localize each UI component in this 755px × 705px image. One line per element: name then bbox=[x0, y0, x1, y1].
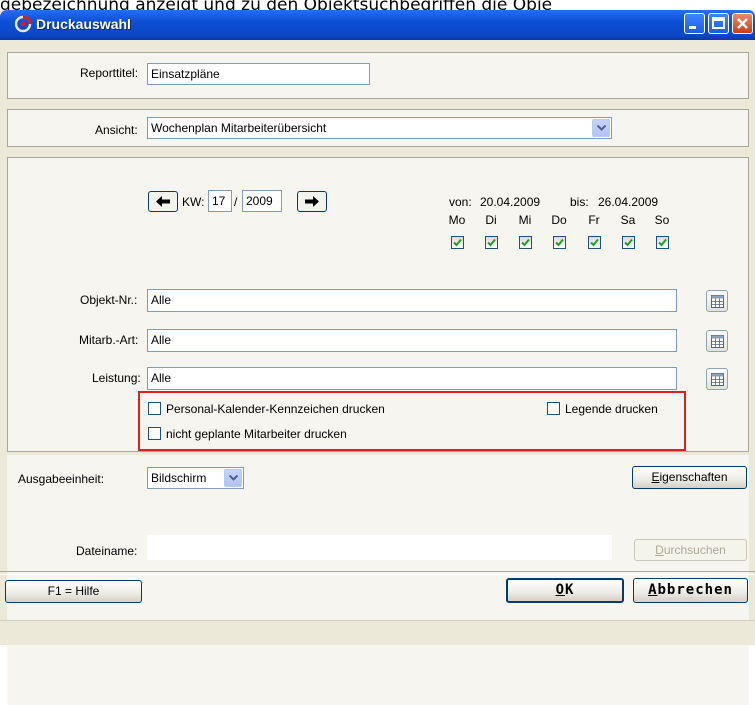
arrow-left-icon bbox=[156, 196, 170, 207]
object-lookup-button[interactable] bbox=[706, 290, 728, 312]
employee-type-input[interactable]: Alle bbox=[147, 329, 677, 352]
day-label-mo: Mo bbox=[448, 213, 466, 227]
day-checkbox-mo[interactable] bbox=[451, 236, 464, 249]
checkmark-icon bbox=[590, 238, 599, 247]
status-bar bbox=[0, 620, 755, 645]
personal-calendar-checkbox[interactable] bbox=[148, 402, 161, 415]
next-week-button[interactable] bbox=[297, 191, 327, 212]
day-label-mi: Mi bbox=[518, 213, 532, 227]
chevron-down-icon bbox=[597, 125, 606, 131]
table-icon bbox=[711, 335, 724, 348]
legend-checkbox[interactable] bbox=[547, 402, 560, 415]
service-lookup-button[interactable] bbox=[706, 368, 728, 390]
maximize-icon bbox=[712, 17, 725, 29]
window-title: Druckauswahl bbox=[36, 16, 131, 32]
cancel-button[interactable]: Abbrechen bbox=[633, 578, 748, 603]
service-label: Leistung: bbox=[92, 371, 141, 385]
report-title-input[interactable]: Einsatzpläne bbox=[147, 63, 370, 85]
table-icon bbox=[711, 373, 724, 386]
view-dropdown-value: Wochenplan Mitarbeiterübersicht bbox=[151, 121, 327, 135]
properties-button[interactable]: Eigenschaften bbox=[632, 466, 747, 489]
to-label: bis: bbox=[570, 195, 589, 209]
output-unit-value: Bildschirm bbox=[151, 471, 207, 485]
checkmark-icon bbox=[555, 238, 564, 247]
personal-calendar-label: Personal-Kalender-Kennzeichen drucken bbox=[166, 402, 385, 416]
week-number-input[interactable]: 17 bbox=[208, 190, 232, 212]
unplanned-employees-checkbox[interactable] bbox=[148, 427, 161, 440]
chevron-down-icon bbox=[229, 475, 238, 481]
from-date: 20.04.2009 bbox=[480, 195, 541, 209]
output-unit-dropdown-button[interactable] bbox=[224, 469, 242, 487]
output-unit-dropdown[interactable]: Bildschirm bbox=[147, 467, 244, 489]
maximize-button[interactable] bbox=[708, 13, 729, 34]
filename-input[interactable] bbox=[147, 535, 612, 560]
close-button[interactable] bbox=[732, 13, 753, 34]
highlight-frame bbox=[138, 391, 686, 451]
legend-label: Legende drucken bbox=[565, 402, 658, 416]
year-input[interactable]: 2009 bbox=[242, 190, 282, 212]
minimize-icon bbox=[689, 26, 696, 29]
output-unit-label: Ausgabeeinheit: bbox=[18, 472, 105, 486]
properties-label: igenschaften bbox=[659, 470, 728, 484]
table-icon bbox=[711, 295, 724, 308]
close-icon bbox=[737, 18, 748, 29]
view-label: Ansicht: bbox=[95, 123, 138, 137]
day-checkbox-do[interactable] bbox=[553, 236, 566, 249]
unplanned-employees-label: nicht geplante Mitarbeiter drucken bbox=[166, 427, 347, 441]
day-checkbox-mi[interactable] bbox=[519, 236, 532, 249]
checkmark-icon bbox=[658, 238, 667, 247]
checkmark-icon bbox=[453, 238, 462, 247]
browse-accesskey: D bbox=[655, 543, 664, 557]
arrow-right-icon bbox=[305, 196, 319, 207]
checkmark-icon bbox=[521, 238, 530, 247]
checkmark-icon bbox=[487, 238, 496, 247]
previous-week-button[interactable] bbox=[148, 191, 178, 212]
view-dropdown-button[interactable] bbox=[592, 119, 610, 137]
day-checkbox-sa[interactable] bbox=[622, 236, 635, 249]
from-label: von: bbox=[449, 195, 472, 209]
employee-type-lookup-button[interactable] bbox=[706, 330, 728, 352]
report-title-label: Reporttitel: bbox=[80, 66, 139, 80]
separator-line bbox=[0, 571, 755, 575]
week-separator: / bbox=[234, 195, 238, 209]
week-label: KW: bbox=[182, 195, 205, 209]
view-dropdown[interactable]: Wochenplan Mitarbeiterübersicht bbox=[147, 117, 612, 139]
minimize-button[interactable] bbox=[684, 13, 705, 34]
checkmark-icon bbox=[624, 238, 633, 247]
ok-accesskey: O bbox=[555, 582, 565, 598]
day-label-fr: Fr bbox=[588, 213, 600, 227]
day-label-sa: Sa bbox=[620, 213, 636, 227]
object-number-label: Objekt-Nr.: bbox=[80, 293, 138, 307]
app-icon bbox=[14, 15, 32, 33]
browse-label: urchsuchen bbox=[663, 543, 726, 557]
day-label-do: Do bbox=[551, 213, 567, 227]
day-checkbox-so[interactable] bbox=[656, 236, 669, 249]
object-number-input[interactable]: Alle bbox=[147, 289, 677, 312]
day-label-di: Di bbox=[485, 213, 497, 227]
service-input[interactable]: Alle bbox=[147, 367, 677, 390]
day-checkbox-di[interactable] bbox=[485, 236, 498, 249]
cancel-accesskey: A bbox=[648, 582, 658, 598]
to-date: 26.04.2009 bbox=[598, 195, 659, 209]
filename-label: Dateiname: bbox=[76, 544, 138, 558]
day-label-so: So bbox=[654, 213, 670, 227]
day-checkbox-fr[interactable] bbox=[588, 236, 601, 249]
browse-button[interactable]: Durchsuchen bbox=[634, 539, 747, 561]
cancel-label: bbrechen bbox=[657, 582, 733, 598]
ok-button[interactable]: OK bbox=[506, 578, 624, 603]
employee-type-label: Mitarb.-Art: bbox=[79, 333, 139, 347]
help-button[interactable]: F1 = Hilfe bbox=[5, 580, 142, 603]
ok-label: K bbox=[565, 582, 575, 598]
